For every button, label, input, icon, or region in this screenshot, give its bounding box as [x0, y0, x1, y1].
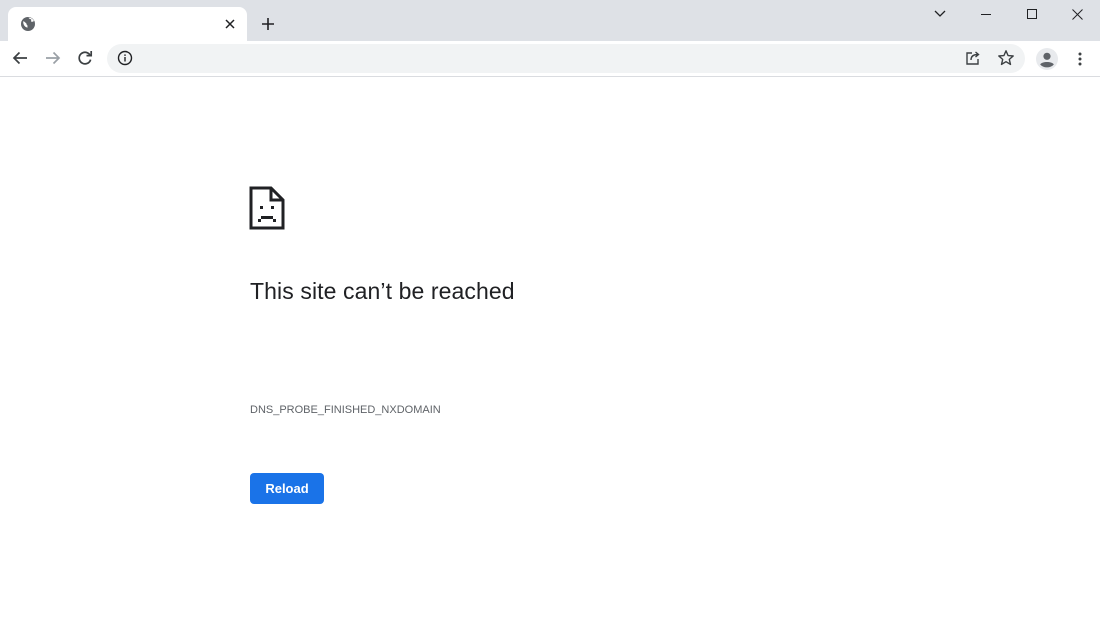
active-tab[interactable] — [8, 7, 247, 41]
back-button[interactable] — [6, 44, 34, 72]
globe-icon — [21, 17, 35, 31]
minimize-button[interactable] — [963, 0, 1009, 28]
reload-button[interactable]: Reload — [250, 473, 324, 504]
close-tab-button[interactable] — [222, 16, 238, 32]
error-code: DNS_PROBE_FINISHED_NXDOMAIN — [250, 404, 441, 416]
arrow-right-icon — [46, 51, 61, 65]
new-tab-button[interactable] — [258, 14, 278, 34]
reload-page-button[interactable] — [71, 44, 99, 72]
info-icon[interactable] — [117, 50, 133, 66]
arrow-left-icon — [12, 51, 27, 65]
reload-icon — [78, 51, 93, 65]
close-icon — [225, 19, 235, 29]
kebab-menu-icon — [1078, 52, 1082, 66]
browser-menu-button[interactable] — [1070, 49, 1090, 69]
error-heading: This site can’t be reached — [250, 278, 515, 304]
profile-icon[interactable] — [1035, 47, 1059, 71]
address-bar[interactable] — [107, 44, 1025, 73]
tab-search-button[interactable] — [917, 0, 963, 28]
close-icon — [1071, 8, 1083, 20]
maximize-button[interactable] — [1009, 0, 1055, 28]
plus-icon — [262, 18, 274, 30]
forward-button[interactable] — [39, 44, 67, 72]
star-icon[interactable] — [997, 49, 1015, 67]
browser-toolbar — [0, 41, 1100, 77]
chevron-down-icon — [934, 10, 946, 17]
maximize-icon — [1027, 9, 1037, 19]
close-window-button[interactable] — [1054, 0, 1100, 28]
minimize-icon — [981, 14, 991, 15]
tab-strip — [0, 0, 1100, 41]
share-icon[interactable] — [965, 50, 981, 66]
sad-document-icon — [249, 186, 285, 230]
error-page: This site can’t be reached DNS_PROBE_FIN… — [0, 78, 1100, 638]
